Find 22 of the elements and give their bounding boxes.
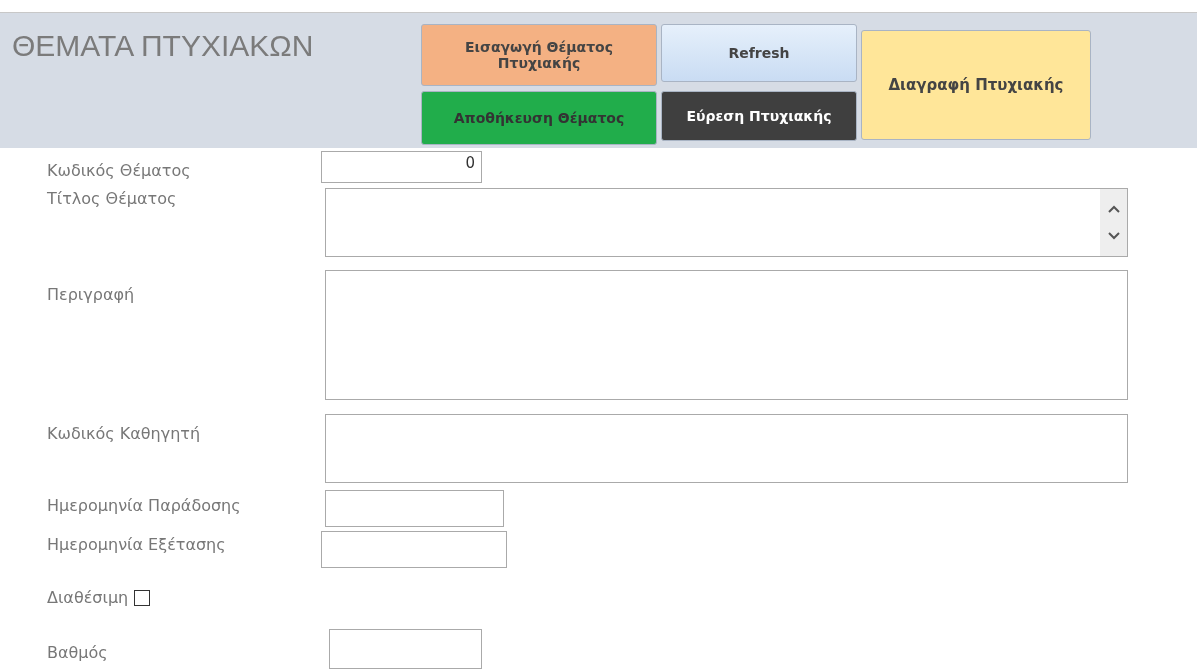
field-label: Κωδικός Θέματος xyxy=(47,160,192,180)
field-label: Τίτλος Θέματος xyxy=(47,188,178,208)
field-label: Ημερομηνία Εξέτασης xyxy=(47,534,227,554)
field-label: Περιγραφή xyxy=(47,284,136,304)
checkbox[interactable] xyxy=(134,590,151,606)
find-button[interactable]: Εύρεση Πτυχιακής xyxy=(661,91,857,141)
input-field[interactable] xyxy=(325,414,1128,483)
refresh-button[interactable]: Refresh xyxy=(661,24,857,82)
field-label: Κωδικός Καθηγητή xyxy=(47,423,202,443)
form-title: ΘΕΜΑΤΑ ΠΤΥΧΙΑΚΩΝ xyxy=(12,29,315,63)
input-field[interactable] xyxy=(321,531,507,568)
input-field[interactable]: 0 xyxy=(321,151,482,183)
field-label: Διαθέσιμη xyxy=(47,587,129,607)
input-field[interactable] xyxy=(325,270,1128,400)
field-label: Βαθμός xyxy=(47,642,109,662)
save-button[interactable]: Αποθήκευση Θέματος xyxy=(421,91,657,145)
scrollbar[interactable] xyxy=(1100,189,1127,256)
input-field[interactable] xyxy=(325,490,504,527)
insert-button[interactable]: Εισαγωγή Θέματος Πτυχιακής xyxy=(421,24,657,86)
field-label: Ημερομηνία Παράδοσης xyxy=(47,495,242,515)
delete-button[interactable]: Διαγραφή Πτυχιακής xyxy=(861,30,1091,140)
input-field[interactable] xyxy=(329,629,482,669)
